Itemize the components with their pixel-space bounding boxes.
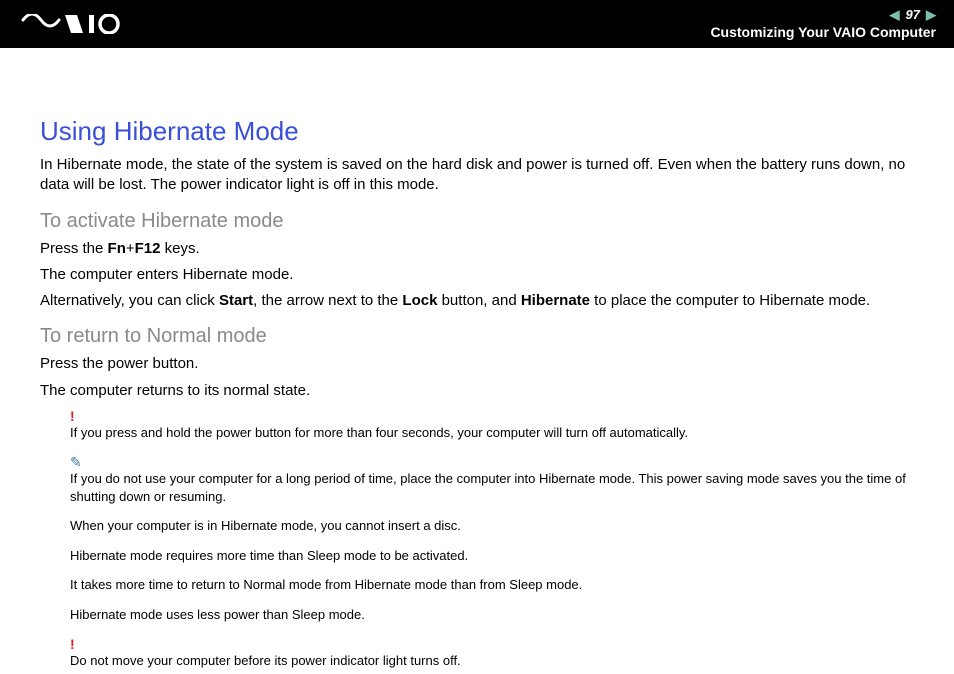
text: to place the computer to Hibernate mode. <box>590 292 870 309</box>
activate-line1: Press the Fn+F12 keys. <box>40 239 914 259</box>
note-tip2: When your computer is in Hibernate mode,… <box>70 517 914 535</box>
page-content: Using Hibernate Mode In Hibernate mode, … <box>0 48 954 670</box>
page-title: Using Hibernate Mode <box>40 116 914 147</box>
page-number: 97 <box>906 7 920 23</box>
text: , the arrow next to the <box>253 292 402 309</box>
next-arrow-icon[interactable]: ▶ <box>926 7 936 23</box>
notes-block: ! If you press and hold the power button… <box>70 407 914 670</box>
note-warn2: Do not move your computer before its pow… <box>70 652 914 670</box>
vaio-logo <box>18 14 148 34</box>
text: button, and <box>437 292 520 309</box>
text: Alternatively, you can click <box>40 292 219 309</box>
note-tip5: Hibernate mode uses less power than Slee… <box>70 606 914 624</box>
note-tip3: Hibernate mode requires more time than S… <box>70 547 914 565</box>
text: + <box>126 240 135 257</box>
intro-paragraph: In Hibernate mode, the state of the syst… <box>40 155 914 196</box>
ui-hibernate: Hibernate <box>521 292 590 309</box>
text: Press the <box>40 240 108 257</box>
note-tip1: If you do not use your computer for a lo… <box>70 470 914 505</box>
ui-start: Start <box>219 292 253 309</box>
text: keys. <box>160 240 199 257</box>
return-line1: Press the power button. <box>40 354 914 374</box>
activate-line2: The computer enters Hibernate mode. <box>40 265 914 285</box>
prev-arrow-icon[interactable]: ◀ <box>890 7 900 23</box>
header-bar: ◀ 97 ▶ Customizing Your VAIO Computer <box>0 0 954 48</box>
section-title: Customizing Your VAIO Computer <box>710 24 936 41</box>
activate-heading: To activate Hibernate mode <box>40 210 914 233</box>
key-fn: Fn <box>108 240 126 257</box>
header-right: ◀ 97 ▶ Customizing Your VAIO Computer <box>710 7 936 41</box>
key-f12: F12 <box>135 240 161 257</box>
activate-line3: Alternatively, you can click Start, the … <box>40 291 914 311</box>
ui-lock: Lock <box>402 292 437 309</box>
page-nav: ◀ 97 ▶ <box>890 7 936 23</box>
note-warn1: If you press and hold the power button f… <box>70 424 914 442</box>
note-tip4: It takes more time to return to Normal m… <box>70 576 914 594</box>
return-line2: The computer returns to its normal state… <box>40 381 914 401</box>
return-heading: To return to Normal mode <box>40 325 914 348</box>
